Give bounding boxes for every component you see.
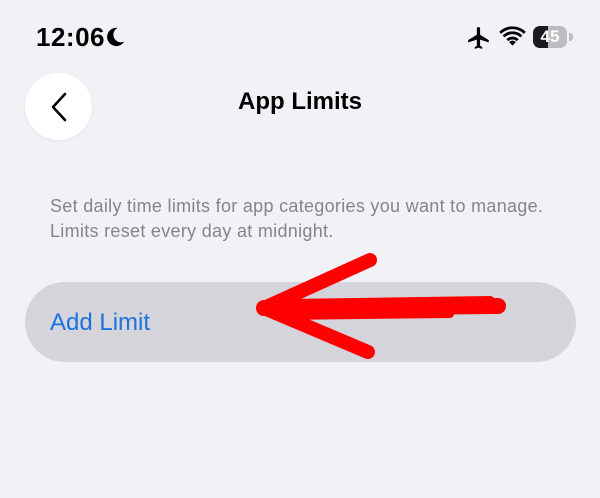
airplane-icon — [468, 27, 489, 49]
add-limit-button[interactable]: Add Limit — [25, 282, 576, 362]
description-text: Set daily time limits for app categories… — [50, 196, 544, 241]
add-limit-label: Add Limit — [50, 309, 151, 336]
page-title: App Limits — [238, 88, 362, 115]
status-time: 12:06 — [36, 22, 105, 52]
battery-level: 45 — [540, 27, 560, 46]
battery-icon: 45 — [533, 26, 567, 48]
moon-icon — [107, 27, 125, 47]
wifi-icon — [499, 26, 526, 46]
battery-cap — [569, 33, 573, 41]
status-bar: 12:06 45 — [0, 0, 600, 76]
